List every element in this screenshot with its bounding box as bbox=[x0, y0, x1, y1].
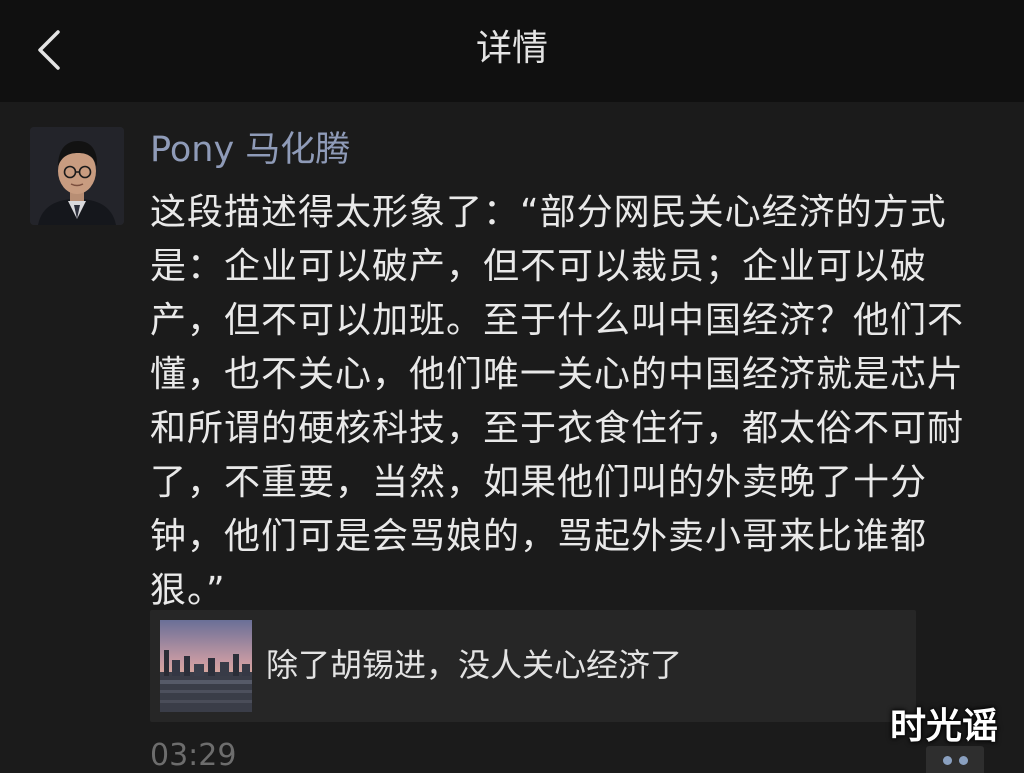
moments-detail-screen: 详情 Pony 马化腾 这段描述得太形象了：“部分网民关心经济的方式是：企业可以… bbox=[0, 0, 1024, 773]
more-dots-icon-second bbox=[959, 756, 968, 765]
avatar-image bbox=[30, 127, 124, 225]
author-name[interactable]: Pony 马化腾 bbox=[150, 126, 350, 174]
watermark: 时光谣 bbox=[890, 706, 999, 747]
article-title: 除了胡锡进，没人关心经济了 bbox=[266, 646, 683, 684]
avatar[interactable] bbox=[30, 127, 124, 225]
shared-article-card[interactable]: 除了胡锡进，没人关心经济了 bbox=[150, 610, 916, 722]
post-time: 03:29 bbox=[150, 738, 237, 773]
post-text: 这段描述得太形象了：“部分网民关心经济的方式是：企业可以破产，但不可以裁员；企业… bbox=[150, 192, 965, 611]
more-dots-icon bbox=[943, 756, 952, 765]
moment-post: Pony 马化腾 这段描述得太形象了：“部分网民关心经济的方式是：企业可以破产，… bbox=[0, 102, 1024, 773]
article-thumbnail bbox=[160, 620, 252, 712]
top-bar: 详情 bbox=[0, 0, 1024, 102]
page-title: 详情 bbox=[475, 28, 548, 69]
